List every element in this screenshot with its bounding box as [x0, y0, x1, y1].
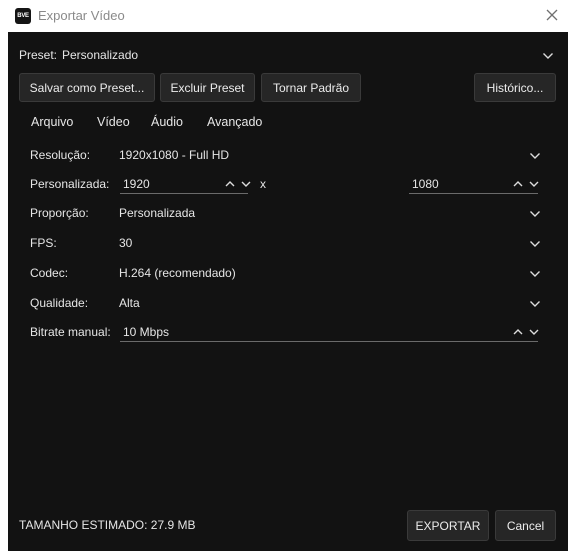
app-logo-text: BVE [17, 13, 29, 19]
bitrate-input[interactable]: 10 Mbps [123, 325, 169, 339]
chevron-down-icon[interactable] [529, 328, 539, 336]
estimated-size: TAMANHO ESTIMADO: 27.9 MB [19, 518, 196, 532]
preset-dropdown[interactable] [542, 52, 554, 60]
resolution-label: Resolução: [30, 148, 91, 162]
width-stepper[interactable] [225, 180, 251, 190]
bitrate-label: Bitrate manual: [30, 325, 111, 339]
quality-select[interactable]: Alta [119, 296, 140, 310]
codec-label: Codec: [30, 266, 69, 280]
fps-select[interactable]: 30 [119, 236, 132, 250]
chevron-down-icon [530, 153, 540, 159]
title-bar: BVE Exportar Vídeo [0, 0, 576, 32]
preset-value[interactable]: Personalizado [62, 48, 138, 62]
chevron-down-icon [530, 301, 540, 307]
resolution-dropdown[interactable] [529, 152, 541, 160]
tab-avancado[interactable]: Avançado [207, 115, 262, 129]
bitrate-input-underline [120, 341, 538, 342]
tab-audio[interactable]: Áudio [151, 115, 183, 129]
export-button[interactable]: EXPORTAR [407, 510, 489, 541]
cancel-button[interactable]: Cancel [495, 510, 556, 541]
make-default-button[interactable]: Tornar Padrão [261, 73, 361, 102]
chevron-down-icon [543, 53, 553, 59]
quality-label: Qualidade: [30, 296, 89, 310]
app-logo: BVE [15, 8, 31, 24]
window-title: Exportar Vídeo [38, 8, 125, 23]
export-dialog: Preset: Personalizado Salvar como Preset… [8, 32, 568, 551]
height-input[interactable]: 1080 [412, 177, 439, 191]
chevron-down-icon [530, 211, 540, 217]
chevron-down-icon[interactable] [529, 180, 539, 188]
height-input-underline [409, 193, 538, 194]
quality-dropdown[interactable] [529, 300, 541, 308]
chevron-down-icon [530, 271, 540, 277]
delete-preset-button[interactable]: Excluir Preset [160, 73, 255, 102]
tab-video[interactable]: Vídeo [97, 115, 130, 129]
chevron-up-icon[interactable] [513, 328, 523, 336]
chevron-down-icon[interactable] [241, 180, 251, 188]
width-input-underline [120, 193, 248, 194]
width-input[interactable]: 1920 [123, 177, 150, 191]
codec-select[interactable]: H.264 (recomendado) [119, 266, 236, 280]
close-button[interactable] [541, 6, 563, 26]
aspect-label: Proporção: [30, 206, 89, 220]
history-button[interactable]: Histórico... [474, 73, 556, 102]
aspect-select[interactable]: Personalizada [119, 206, 195, 220]
preset-label: Preset: [19, 48, 58, 62]
custom-resolution-label: Personalizada: [30, 177, 110, 191]
tab-arquivo[interactable]: Arquivo [31, 115, 73, 129]
save-preset-button[interactable]: Salvar como Preset... [19, 73, 155, 102]
chevron-up-icon[interactable] [225, 180, 235, 188]
resolution-select[interactable]: 1920x1080 - Full HD [119, 148, 229, 162]
close-icon [546, 9, 558, 21]
bitrate-stepper[interactable] [513, 328, 539, 338]
chevron-down-icon [530, 241, 540, 247]
codec-dropdown[interactable] [529, 270, 541, 278]
height-stepper[interactable] [513, 180, 539, 190]
fps-dropdown[interactable] [529, 240, 541, 248]
dimension-separator: x [260, 177, 266, 191]
fps-label: FPS: [30, 236, 57, 250]
chevron-up-icon[interactable] [513, 180, 523, 188]
aspect-dropdown[interactable] [529, 210, 541, 218]
